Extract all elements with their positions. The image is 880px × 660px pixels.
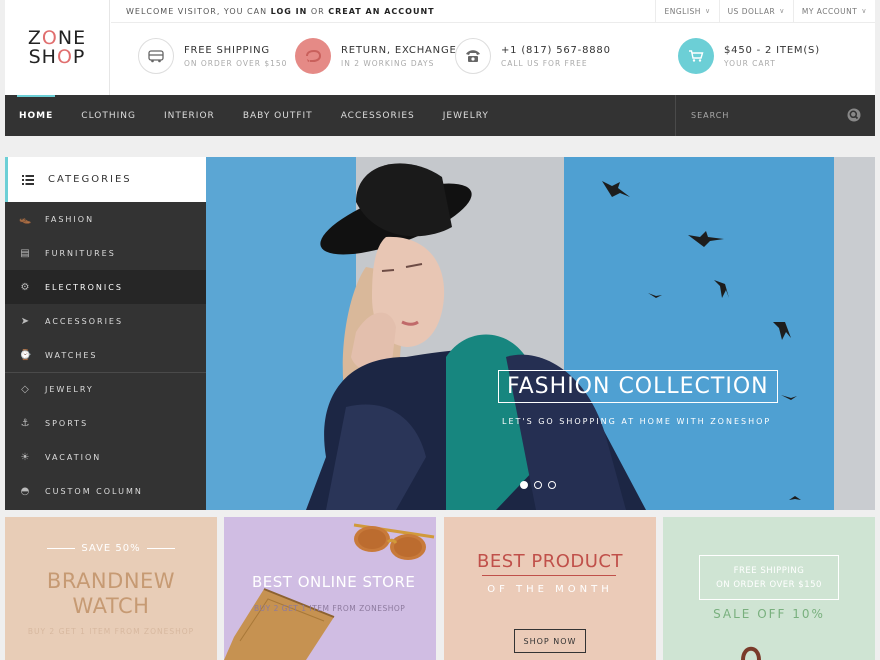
search-box <box>675 95 875 136</box>
categories-title: CATEGORIES <box>48 174 132 185</box>
banner-subtitle: OF THE MONTH <box>487 584 613 595</box>
category-item-electronics[interactable]: ⚙ ELECTRONICS <box>5 270 206 304</box>
banner-title: BRANDNEW WATCH <box>46 569 176 618</box>
info-subtitle: IN 2 WORKING DAYS <box>341 58 435 68</box>
welcome-message: WELCOME VISITOR, YOU CAN LOG IN OR CREAT… <box>126 6 435 16</box>
create-account-link[interactable]: CREAT AN ACCOUNT <box>328 7 434 16</box>
slide-title: FASHION COLLECTION <box>507 374 769 399</box>
banner-best-product[interactable]: BEST PRODUCT OF THE MONTH SHOP NOW <box>444 517 656 660</box>
phone-icon <box>455 38 491 74</box>
diamond-icon: ◇ <box>21 384 31 395</box>
chevron-down-icon: ∨ <box>861 7 867 15</box>
nav-item-jewelry[interactable]: JEWELRY <box>429 95 503 136</box>
anchor-icon: ⚓ <box>20 417 32 429</box>
return-icon <box>295 38 331 74</box>
category-item-vacation[interactable]: ☀ VACATION <box>5 440 206 474</box>
site-header: ZONE SHOP WELCOME VISITOR, YOU CAN LOG I… <box>5 0 875 95</box>
info-title: +1 (817) 567-8880 <box>501 44 611 56</box>
logo-line-2: SHOP <box>28 45 86 68</box>
phone-info[interactable]: +1 (817) 567-8880 CALL US FOR FREE <box>455 38 611 74</box>
nav-item-accessories[interactable]: ACCESSORIES <box>327 95 429 136</box>
info-subtitle: YOUR CART <box>724 58 776 68</box>
banner-title: BEST ONLINE STORE <box>252 573 416 591</box>
truck-icon <box>138 38 174 74</box>
helmet-icon: ◓ <box>20 485 32 497</box>
info-title: $450 - 2 ITEM(S) <box>724 44 820 56</box>
sun-icon: ☀ <box>20 451 32 463</box>
slider-dot[interactable] <box>520 481 528 489</box>
cart-icon <box>678 38 714 74</box>
category-item-jewelry[interactable]: ◇ JEWELRY <box>5 372 206 406</box>
return-exchange-info: RETURN, EXCHANGE IN 2 WORKING DAYS <box>295 38 457 74</box>
info-bar: FREE SHIPPING ON ORDER OVER $150 RETURN,… <box>111 24 875 95</box>
category-list: 👞 FASHION ▤ FURNITURES ⚙ ELECTRONICS ➤ ACCES… <box>5 202 206 508</box>
slider-dot[interactable] <box>534 481 542 489</box>
banner-subtitle: BUY 2 GET 1 ITEM FROM ZONESHOP <box>27 627 195 636</box>
bag-handle-image <box>741 646 761 660</box>
gear-icon: ⚙ <box>20 281 32 293</box>
currency-dropdown[interactable]: US DOLLAR ∨ <box>718 0 793 23</box>
chevron-down-icon: ∨ <box>704 7 711 15</box>
search-icon[interactable] <box>847 108 861 122</box>
free-shipping-info: FREE SHIPPING ON ORDER OVER $150 <box>138 38 287 74</box>
nav-item-clothing[interactable]: CLOTHING <box>67 95 150 136</box>
banner-kicker: SAVE 50% <box>5 543 217 554</box>
list-icon <box>22 174 34 185</box>
info-subtitle: ON ORDER OVER $150 <box>184 58 288 68</box>
info-title: FREE SHIPPING <box>184 44 270 56</box>
watch-icon: ⌚ <box>19 349 34 361</box>
category-item-accessories[interactable]: ➤ ACCESSORIES <box>5 304 206 338</box>
banner-free-shipping[interactable]: FREE SHIPPING ON ORDER OVER $150 SALE OF… <box>663 517 875 660</box>
category-item-fashion[interactable]: 👞 FASHION <box>5 202 206 236</box>
cart-info[interactable]: $450 - 2 ITEM(S) YOUR CART <box>678 38 820 74</box>
site-logo[interactable]: ZONE SHOP <box>5 0 110 95</box>
language-dropdown[interactable]: ENGLISH ∨ <box>655 0 718 23</box>
login-link[interactable]: LOG IN <box>271 7 308 16</box>
hero-image <box>206 157 875 510</box>
chevron-down-icon: ∨ <box>779 7 785 15</box>
category-item-sports[interactable]: ⚓ SPORTS <box>5 406 206 440</box>
banner-title: BEST PRODUCT <box>477 551 623 572</box>
cabinet-icon: ▤ <box>20 247 32 259</box>
hero-slider[interactable]: FASHION COLLECTION LET'S GO SHOPPING AT … <box>206 157 875 510</box>
banner-subtitle: BUY 2 GET 1 ITEM FROM ZONESHOP <box>254 604 406 613</box>
main-nav: HOME CLOTHING INTERIOR BABY OUTFIT ACCES… <box>5 95 875 136</box>
title-underline <box>482 575 616 576</box>
nav-item-baby-outfit[interactable]: BABY OUTFIT <box>229 95 327 136</box>
category-item-custom-column[interactable]: ◓ CUSTOM COLUMN <box>5 474 206 508</box>
info-title: RETURN, EXCHANGE <box>341 44 457 56</box>
slide-subtitle: LET'S GO SHOPPING AT HOME WITH ZONESHOP <box>502 417 772 426</box>
nav-item-interior[interactable]: INTERIOR <box>150 95 229 136</box>
shop-now-button[interactable]: SHOP NOW <box>514 629 586 653</box>
banner-brandnew-watch[interactable]: SAVE 50% BRANDNEW WATCH BUY 2 GET 1 ITEM … <box>5 517 217 660</box>
top-bar: WELCOME VISITOR, YOU CAN LOG IN OR CREAT… <box>111 0 875 23</box>
paper-plane-icon: ➤ <box>20 315 32 327</box>
categories-sidebar: CATEGORIES 👞 FASHION ▤ FURNITURES ⚙ ELECTRO… <box>5 157 206 510</box>
info-subtitle: CALL US FOR FREE <box>501 58 588 68</box>
category-item-watches[interactable]: ⌚ WATCHES <box>5 338 206 372</box>
category-item-furnitures[interactable]: ▤ FURNITURES <box>5 236 206 270</box>
search-input[interactable] <box>691 111 841 120</box>
slider-dots <box>520 481 556 489</box>
shoe-icon: 👞 <box>19 213 34 225</box>
account-dropdown[interactable]: MY ACCOUNT ∨ <box>792 0 875 23</box>
slider-dot[interactable] <box>548 481 556 489</box>
slide-title-box: FASHION COLLECTION <box>498 370 778 403</box>
categories-header[interactable]: CATEGORIES <box>5 157 206 202</box>
banner-best-online-store[interactable]: BEST ONLINE STORE BUY 2 GET 1 ITEM FROM … <box>224 517 436 660</box>
nav-item-home[interactable]: HOME <box>5 95 67 136</box>
